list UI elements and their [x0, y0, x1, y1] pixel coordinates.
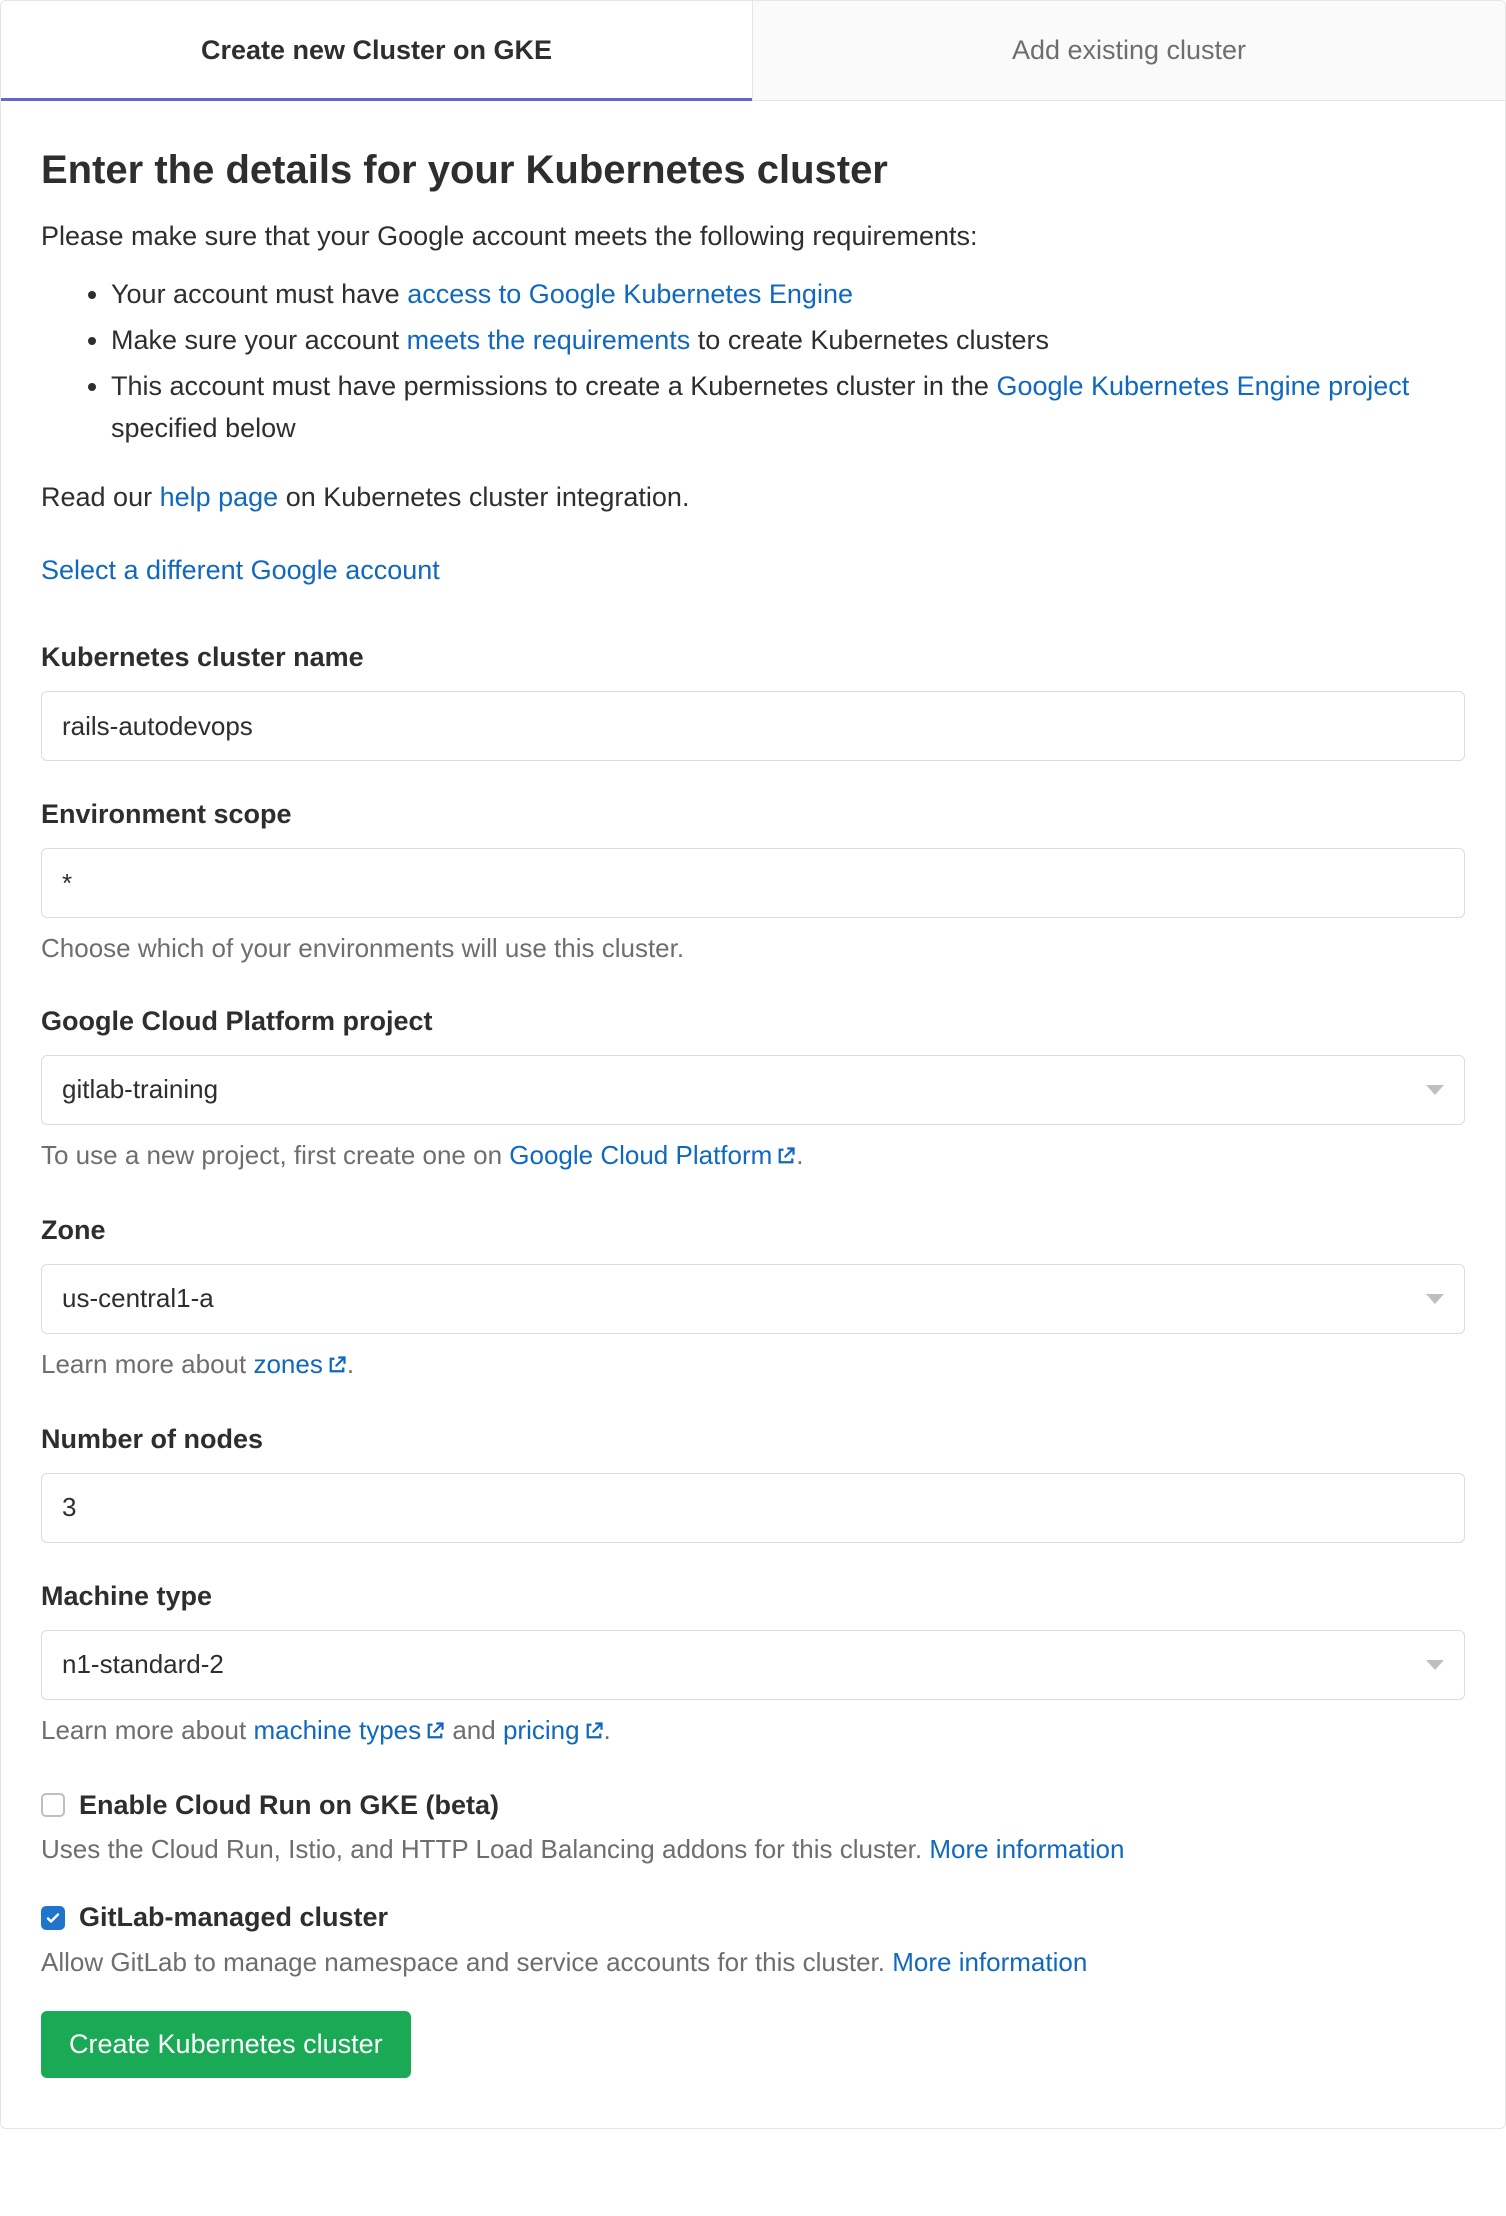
gitlab-managed-label: GitLab-managed cluster: [79, 1898, 388, 1937]
requirement-item: Your account must have access to Google …: [111, 274, 1465, 316]
select-different-account-link[interactable]: Select a different Google account: [41, 551, 440, 590]
pricing-link-text: pricing: [503, 1715, 580, 1745]
gcp-project-value: gitlab-training: [62, 1071, 218, 1109]
create-cluster-button[interactable]: Create Kubernetes cluster: [41, 2011, 411, 2078]
requirement-text: to create Kubernetes clusters: [690, 325, 1049, 355]
requirements-list: Your account must have access to Google …: [41, 274, 1465, 449]
machine-type-label: Machine type: [41, 1577, 1465, 1616]
mt-help-prefix: Learn more about: [41, 1715, 253, 1745]
gcp-help-suffix: .: [796, 1140, 803, 1170]
zone-help: Learn more about zones.: [41, 1346, 1465, 1386]
mt-help-suffix: .: [604, 1715, 611, 1745]
field-cluster-name: Kubernetes cluster name: [41, 638, 1465, 761]
zone-select[interactable]: us-central1-a: [41, 1264, 1465, 1334]
help-page-suffix: on Kubernetes cluster integration.: [278, 482, 689, 512]
machine-type-select[interactable]: n1-standard-2: [41, 1630, 1465, 1700]
gitlab-managed-help: Allow GitLab to manage namespace and ser…: [41, 1944, 1465, 1982]
zone-help-prefix: Learn more about: [41, 1349, 253, 1379]
gcp-project-label: Google Cloud Platform project: [41, 1002, 1465, 1041]
zone-help-suffix: .: [347, 1349, 354, 1379]
field-gcp-project: Google Cloud Platform project gitlab-tra…: [41, 1002, 1465, 1177]
intro-block: Please make sure that your Google accoun…: [41, 217, 1465, 630]
external-link-icon: [776, 1139, 796, 1177]
gcp-link-text: Google Cloud Platform: [509, 1140, 772, 1170]
field-gitlab-managed: GitLab-managed cluster Allow GitLab to m…: [41, 1898, 1465, 1981]
requirement-text: Make sure your account: [111, 325, 407, 355]
requirement-item: This account must have permissions to cr…: [111, 366, 1465, 450]
external-link-icon: [425, 1714, 445, 1752]
cloud-run-label: Enable Cloud Run on GKE (beta): [79, 1786, 499, 1825]
pricing-link[interactable]: pricing: [503, 1715, 604, 1745]
nodes-label: Number of nodes: [41, 1420, 1465, 1459]
external-link-icon: [584, 1714, 604, 1752]
chevron-down-icon: [1426, 1660, 1444, 1670]
external-link-icon: [327, 1348, 347, 1386]
help-page-line: Read our help page on Kubernetes cluster…: [41, 478, 1465, 517]
cloud-run-help: Uses the Cloud Run, Istio, and HTTP Load…: [41, 1831, 1465, 1869]
gcp-platform-link[interactable]: Google Cloud Platform: [509, 1140, 796, 1170]
gcp-help-prefix: To use a new project, first create one o…: [41, 1140, 509, 1170]
cluster-name-label: Kubernetes cluster name: [41, 638, 1465, 677]
page-title: Enter the details for your Kubernetes cl…: [41, 141, 1465, 199]
machine-types-link[interactable]: machine types: [253, 1715, 445, 1745]
field-machine-type: Machine type n1-standard-2 Learn more ab…: [41, 1577, 1465, 1752]
field-cloud-run: Enable Cloud Run on GKE (beta) Uses the …: [41, 1786, 1465, 1869]
cloud-run-checkbox[interactable]: [41, 1793, 65, 1817]
zone-value: us-central1-a: [62, 1280, 214, 1318]
gke-project-link[interactable]: Google Kubernetes Engine project: [996, 371, 1409, 401]
tabs: Create new Cluster on GKE Add existing c…: [1, 1, 1505, 101]
requirement-text: This account must have permissions to cr…: [111, 371, 996, 401]
gcp-project-select[interactable]: gitlab-training: [41, 1055, 1465, 1125]
cluster-create-panel: Create new Cluster on GKE Add existing c…: [0, 0, 1506, 2129]
help-page-prefix: Read our: [41, 482, 160, 512]
machine-types-link-text: machine types: [253, 1715, 421, 1745]
zone-label: Zone: [41, 1211, 1465, 1250]
requirement-text: Your account must have: [111, 279, 407, 309]
machine-type-help: Learn more about machine types and prici…: [41, 1712, 1465, 1752]
requirement-text: specified below: [111, 413, 296, 443]
form-content: Enter the details for your Kubernetes cl…: [1, 101, 1505, 2128]
tab-create-new-cluster[interactable]: Create new Cluster on GKE: [1, 1, 753, 100]
zones-link[interactable]: zones: [253, 1349, 346, 1379]
help-page-link[interactable]: help page: [160, 482, 279, 512]
cloud-run-help-text: Uses the Cloud Run, Istio, and HTTP Load…: [41, 1834, 929, 1864]
nodes-input[interactable]: [41, 1473, 1465, 1543]
chevron-down-icon: [1426, 1085, 1444, 1095]
chevron-down-icon: [1426, 1294, 1444, 1304]
gitlab-managed-more-info-link[interactable]: More information: [892, 1947, 1087, 1977]
field-environment-scope: Environment scope Choose which of your e…: [41, 795, 1465, 968]
gke-access-link[interactable]: access to Google Kubernetes Engine: [407, 279, 853, 309]
environment-scope-input[interactable]: [41, 848, 1465, 918]
zones-link-text: zones: [253, 1349, 322, 1379]
tab-add-existing-cluster[interactable]: Add existing cluster: [753, 1, 1505, 100]
cluster-name-input[interactable]: [41, 691, 1465, 761]
machine-type-value: n1-standard-2: [62, 1646, 224, 1684]
requirements-link[interactable]: meets the requirements: [407, 325, 691, 355]
gcp-project-help: To use a new project, first create one o…: [41, 1137, 1465, 1177]
intro-lead: Please make sure that your Google accoun…: [41, 217, 1465, 256]
cloud-run-more-info-link[interactable]: More information: [929, 1834, 1124, 1864]
requirement-item: Make sure your account meets the require…: [111, 320, 1465, 362]
field-zone: Zone us-central1-a Learn more about zone…: [41, 1211, 1465, 1386]
environment-scope-label: Environment scope: [41, 795, 1465, 834]
gitlab-managed-checkbox[interactable]: [41, 1906, 65, 1930]
environment-scope-help: Choose which of your environments will u…: [41, 930, 1465, 968]
mt-help-mid: and: [445, 1715, 503, 1745]
field-number-of-nodes: Number of nodes: [41, 1420, 1465, 1543]
managed-help-text: Allow GitLab to manage namespace and ser…: [41, 1947, 892, 1977]
